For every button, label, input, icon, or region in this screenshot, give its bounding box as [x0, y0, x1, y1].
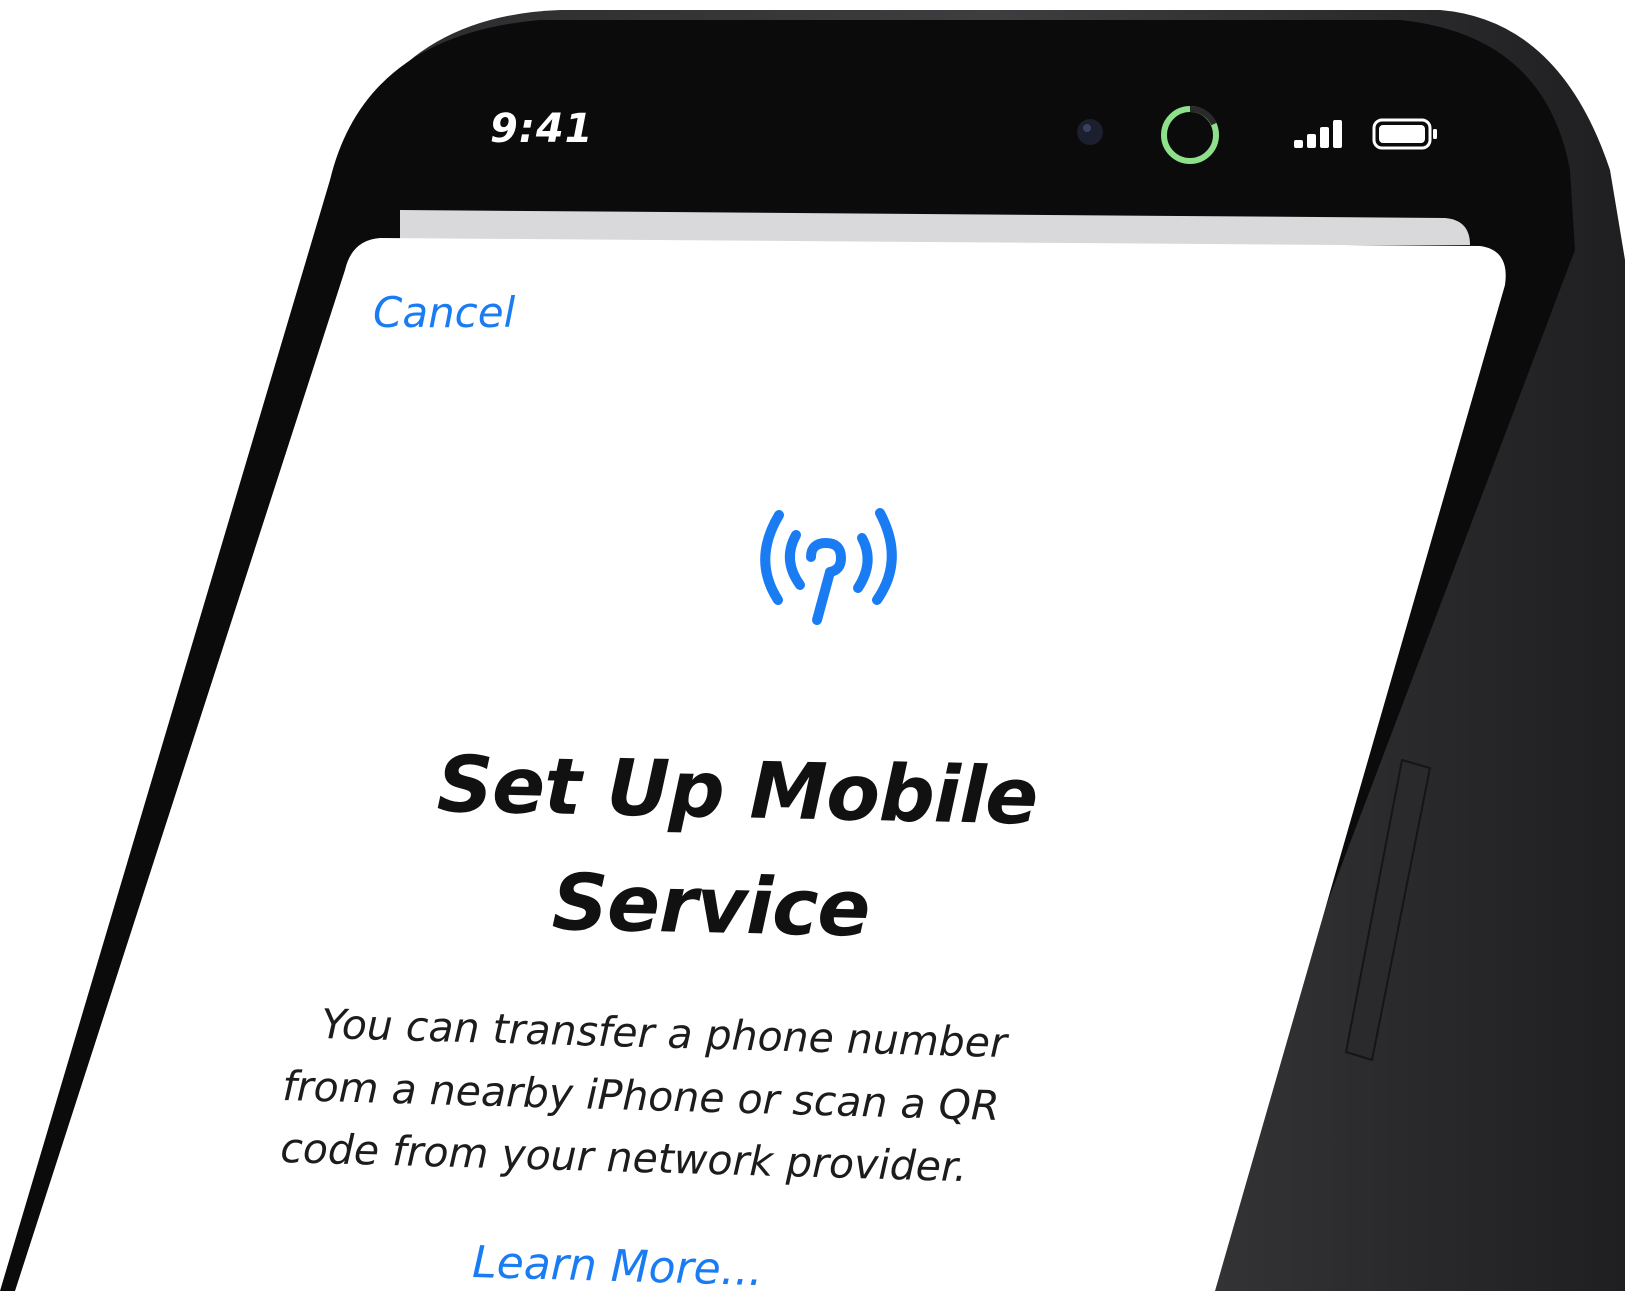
- cancel-button[interactable]: Cancel: [373, 288, 515, 337]
- device-mockup: 9:41 Cancel Set Up Mobile Service You ca…: [0, 0, 1625, 1291]
- sheet-title-line-1: Set Up Mobile: [436, 740, 1039, 843]
- learn-more-link[interactable]: Learn More...: [472, 1237, 764, 1291]
- status-time: 9:41: [490, 106, 594, 152]
- front-camera-icon: [1077, 119, 1103, 145]
- sheet-title-line-2: Service: [551, 858, 871, 955]
